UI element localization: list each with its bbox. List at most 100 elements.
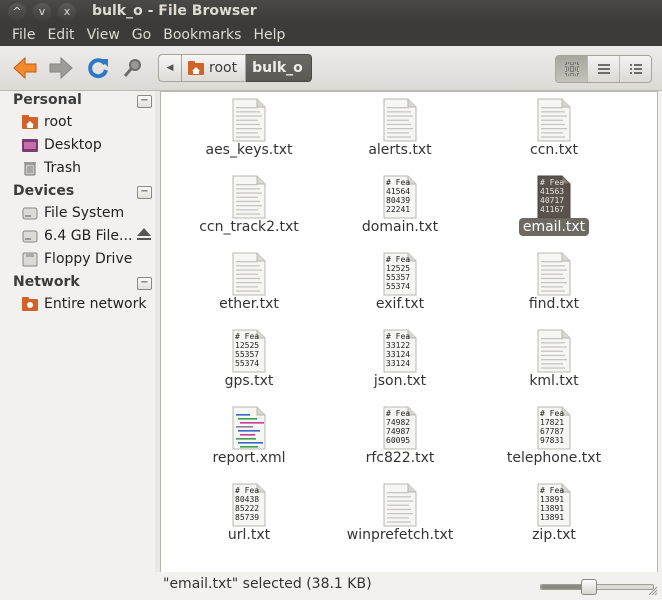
file-item[interactable]: kml.txt: [479, 323, 629, 399]
sidebar-item-root[interactable]: root: [22, 112, 72, 132]
reload-icon[interactable]: [85, 55, 111, 81]
close-icon[interactable]: x: [58, 3, 76, 21]
breadcrumb-root[interactable]: root: [182, 54, 247, 82]
text-file-icon: # Fea125255535755374: [383, 252, 417, 296]
file-name-text: json.txt: [373, 373, 427, 389]
file-item[interactable]: report.xml: [174, 400, 324, 476]
preview-line: 12525: [235, 341, 259, 350]
sidebar-item-trash[interactable]: Trash: [22, 158, 81, 178]
preview-line: 55374: [386, 282, 410, 291]
menu-edit[interactable]: Edit: [41, 24, 80, 46]
maximize-icon[interactable]: v: [33, 3, 51, 21]
collapse-devices-button[interactable]: −: [137, 186, 152, 199]
breadcrumb-current-label: bulk_o: [252, 60, 303, 76]
text-file-icon: # Fea125255535755374: [232, 329, 266, 373]
text-file-icon: # Fea415648043922241: [383, 175, 417, 219]
sidebar-item-desktop[interactable]: Desktop: [22, 135, 102, 155]
sidebar-item-network[interactable]: Entire network: [22, 294, 146, 314]
list-view-icon[interactable]: [587, 56, 619, 82]
breadcrumb-left-icon[interactable]: ◀: [158, 54, 182, 82]
trash-icon: [24, 162, 36, 176]
file-name: report.xml: [174, 450, 324, 466]
search-icon[interactable]: [120, 55, 146, 81]
compact-view-icon[interactable]: [619, 56, 651, 82]
forward-arrow-icon[interactable]: [48, 55, 74, 81]
menu-view[interactable]: View: [81, 24, 126, 46]
text-file-icon: [232, 175, 266, 219]
text-file-icon: # Fea415634071741167: [537, 175, 571, 219]
file-item[interactable]: ccn_track2.txt: [174, 169, 324, 245]
file-item[interactable]: # Fea 12525 55357 55374 exif.txt: [325, 246, 475, 322]
preview-line: 80439: [386, 196, 410, 205]
preview-line: # Fea: [235, 486, 259, 495]
preview-line: 33124: [386, 350, 410, 359]
file-name-text: email.txt: [518, 218, 590, 236]
text-file-icon: [383, 98, 417, 142]
breadcrumb: ◀ root bulk_o: [158, 54, 312, 82]
preview-line: 97831: [540, 436, 564, 445]
icon-view-icon[interactable]: [556, 56, 587, 82]
zoom-slider[interactable]: [540, 579, 654, 595]
section-personal: Personal: [13, 92, 82, 108]
file-name: email.txt: [479, 218, 629, 236]
collapse-personal-button[interactable]: −: [137, 95, 152, 108]
sidebar-item-label: Desktop: [44, 137, 102, 153]
text-file-icon: [537, 98, 571, 142]
file-item[interactable]: ether.txt: [174, 246, 324, 322]
file-item[interactable]: find.txt: [479, 246, 629, 322]
file-item[interactable]: # Fea 80438 85222 85739 url.txt: [174, 477, 324, 553]
breadcrumb-root-label: root: [209, 60, 238, 76]
file-item[interactable]: winprefetch.txt: [325, 477, 475, 553]
file-item[interactable]: ccn.txt: [479, 92, 629, 168]
zoom-slider-knob[interactable]: [581, 579, 598, 595]
menu-help[interactable]: Help: [247, 24, 291, 46]
file-name: json.txt: [325, 373, 475, 389]
preview-line: # Fea: [540, 409, 564, 418]
section-network: Network: [13, 274, 80, 290]
file-name-text: exif.txt: [375, 296, 425, 312]
eject-icon[interactable]: [136, 227, 152, 245]
status-bar: "email.txt" selected (38.1 KB): [0, 572, 662, 600]
menu-go[interactable]: Go: [126, 24, 157, 46]
text-file-icon: # Fea804388522285739: [232, 483, 266, 527]
preview-line: 41167: [540, 205, 564, 214]
menu-bookmarks[interactable]: Bookmarks: [157, 24, 247, 46]
file-name-text: domain.txt: [361, 219, 439, 235]
sidebar-item-volume[interactable]: 6.4 GB File...: [22, 226, 132, 246]
file-name-text: zip.txt: [532, 527, 576, 543]
view-mode-switcher: [555, 55, 652, 83]
sidebar-item-floppy[interactable]: Floppy Drive: [22, 249, 132, 269]
file-name: ccn.txt: [479, 142, 629, 158]
resize-grip-icon[interactable]: [648, 586, 658, 596]
file-name: exif.txt: [325, 296, 475, 312]
collapse-network-button[interactable]: −: [137, 277, 152, 290]
preview-line: # Fea: [386, 409, 410, 418]
file-name: aes_keys.txt: [174, 142, 324, 158]
file-item[interactable]: # Fea 41564 80439 22241 domain.txt: [325, 169, 475, 245]
preview-line: 85739: [235, 513, 259, 522]
file-item[interactable]: # Fea 41563 40717 41167 email.txt: [479, 169, 629, 245]
file-name: winprefetch.txt: [325, 527, 475, 543]
sidebar-item-label: File System: [44, 205, 125, 221]
file-name: gps.txt: [174, 373, 324, 389]
file-item[interactable]: # Fea 74982 74987 60095 rfc822.txt: [325, 400, 475, 476]
minimize-icon[interactable]: ^: [8, 3, 26, 21]
file-name-text: kml.txt: [529, 373, 579, 389]
menu-file[interactable]: File: [0, 24, 41, 46]
preview-line: 41563: [540, 187, 564, 196]
floppy-icon: [22, 252, 38, 267]
file-grid: aes_keys.txt alerts.txt ccn.txt ccn_track2.…: [160, 91, 658, 573]
file-item[interactable]: alerts.txt: [325, 92, 475, 168]
file-item[interactable]: aes_keys.txt: [174, 92, 324, 168]
preview-line: 74987: [386, 427, 410, 436]
file-item[interactable]: # Fea 17821 67787 97831 telephone.txt: [479, 400, 629, 476]
back-arrow-icon[interactable]: [12, 55, 38, 81]
breadcrumb-bulk-o[interactable]: bulk_o: [246, 54, 312, 82]
menu-bar: File Edit View Go Bookmarks Help: [0, 24, 662, 46]
file-item[interactable]: # Fea 13891 13891 13891 zip.txt: [479, 477, 629, 553]
file-item[interactable]: # Fea 12525 55357 55374 gps.txt: [174, 323, 324, 399]
file-item[interactable]: # Fea 33122 33124 33124 json.txt: [325, 323, 475, 399]
sidebar-item-file-system[interactable]: File System: [22, 203, 124, 223]
home-folder-icon: [188, 61, 204, 75]
text-file-icon: # Fea331223312433124: [383, 329, 417, 373]
